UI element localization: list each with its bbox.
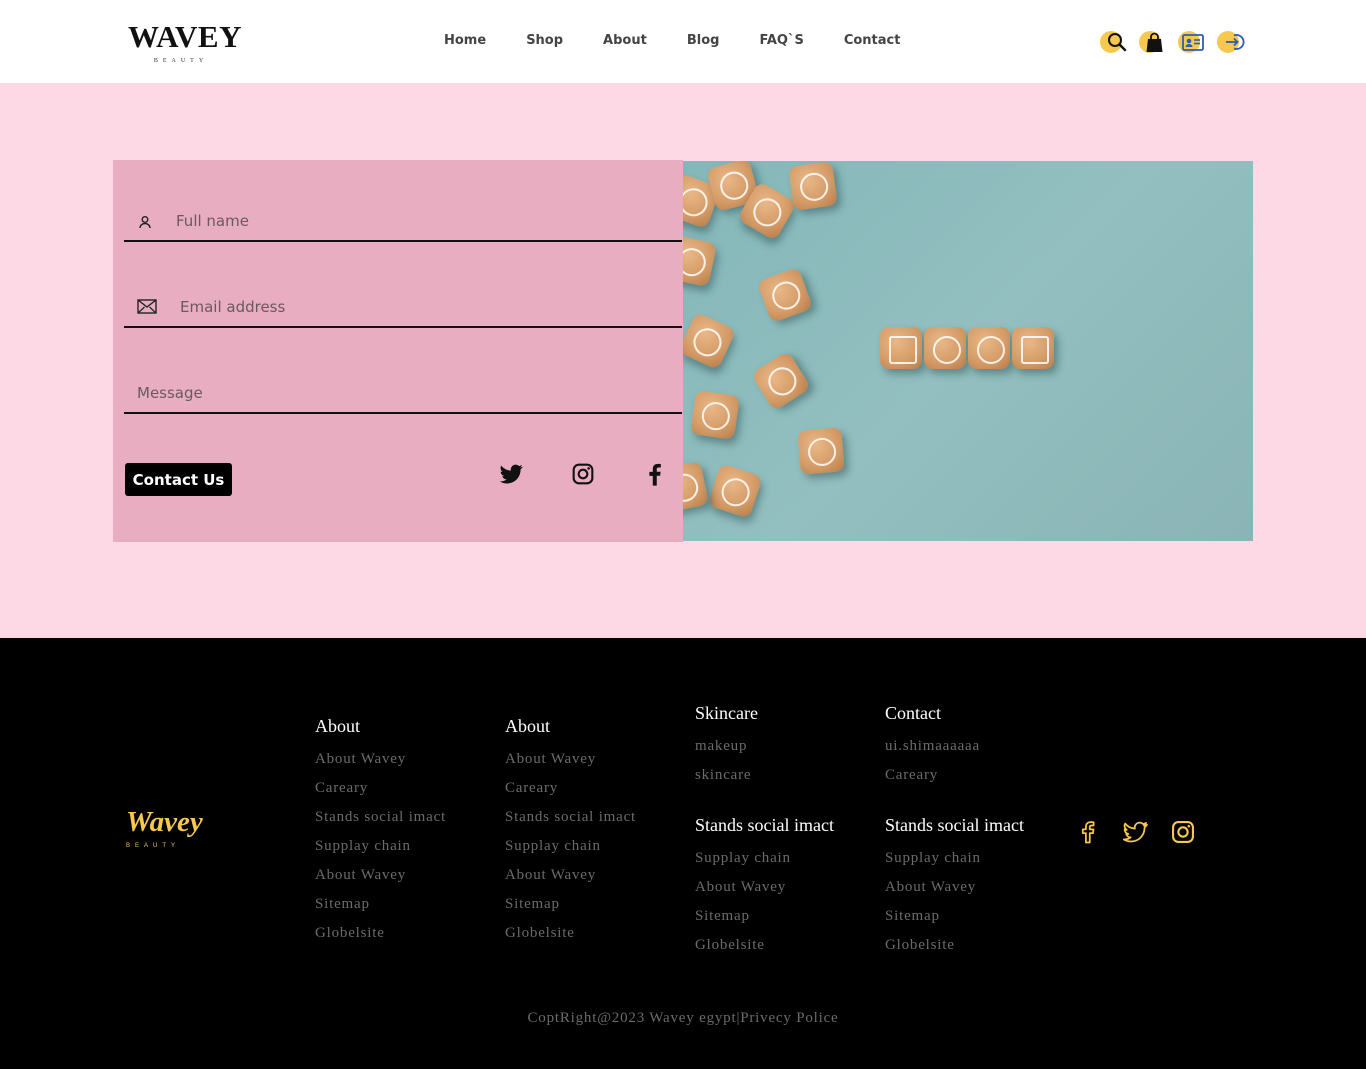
footer-column-title: Stands social imact	[885, 815, 1024, 835]
facebook-icon[interactable]	[1074, 818, 1102, 846]
footer-link[interactable]: Stands social imact	[505, 803, 636, 832]
footer-link[interactable]: About Wavey	[315, 745, 446, 774]
contact-form: Contact Us	[113, 160, 683, 542]
footer-link[interactable]: ui.shimaaaaaa	[885, 732, 980, 761]
nav-blog[interactable]: Blog	[687, 33, 720, 48]
footer-link[interactable]: About Wavey	[885, 873, 1024, 902]
footer-column-about-2: About About Wavey Careary Stands social …	[505, 716, 636, 948]
nav-about[interactable]: About	[603, 33, 647, 48]
email-input[interactable]	[180, 292, 660, 322]
footer-column-title: Stands social imact	[695, 815, 834, 835]
footer-link[interactable]: Sitemap	[505, 890, 636, 919]
instagram-icon[interactable]	[569, 460, 597, 488]
full-name-input[interactable]	[176, 206, 656, 236]
footer-link[interactable]: Supplay chain	[505, 832, 636, 861]
twitter-icon[interactable]	[1121, 818, 1149, 846]
footer-column-skincare: Skincare makeup skincare	[695, 703, 758, 790]
footer-brand-tagline: BEAUTY	[126, 843, 181, 849]
footer-column-social-impact-1: Stands social imact Supplay chain About …	[695, 815, 834, 960]
footer-brand-name: Wavey	[126, 806, 203, 838]
footer-link[interactable]: skincare	[695, 761, 758, 790]
brand-name: WAVEY	[128, 19, 242, 54]
message-input[interactable]	[137, 378, 657, 408]
site-header: WAVEY BEAUTY Home Shop About Blog FAQ`S …	[0, 0, 1366, 83]
facebook-icon[interactable]	[641, 460, 669, 488]
footer-link[interactable]: makeup	[695, 732, 758, 761]
shopping-bag-icon[interactable]	[1139, 28, 1167, 56]
footer-link[interactable]: About Wavey	[505, 745, 636, 774]
footer-logo[interactable]: Wavey BEAUTY	[126, 806, 203, 849]
login-icon[interactable]	[1217, 28, 1245, 56]
message-field	[124, 370, 682, 414]
footer-link[interactable]: Supplay chain	[885, 844, 1024, 873]
site-footer: Wavey BEAUTY About About Wavey Careary S…	[0, 638, 1366, 1069]
footer-link[interactable]: About Wavey	[505, 861, 636, 890]
search-icon[interactable]	[1100, 28, 1128, 56]
header-actions	[1100, 28, 1256, 56]
footer-link[interactable]: Careary	[885, 761, 980, 790]
footer-link[interactable]: Stands social imact	[315, 803, 446, 832]
brand-tagline: BEAUTY	[153, 58, 209, 64]
email-field	[124, 284, 682, 328]
footer-link[interactable]: About Wavey	[315, 861, 446, 890]
footer-link[interactable]: Globelsite	[505, 919, 636, 948]
footer-link[interactable]: Globelsite	[885, 931, 1024, 960]
full-name-field	[124, 198, 682, 242]
footer-column-title: About	[315, 716, 360, 736]
nav-shop[interactable]: Shop	[526, 33, 563, 48]
nav-faqs[interactable]: FAQ`S	[759, 33, 803, 48]
instagram-icon[interactable]	[1169, 818, 1197, 846]
copyright-text: CoptRight@2023 Wavey egypt	[527, 1010, 737, 1026]
footer-link[interactable]: Sitemap	[695, 902, 834, 931]
footer-column-social-impact-2: Stands social imact Supplay chain About …	[885, 815, 1024, 960]
footer-column-contact: Contact ui.shimaaaaaa Careary	[885, 703, 980, 790]
contact-image	[683, 161, 1253, 541]
privacy-policy-link[interactable]: Privecy Police	[740, 1010, 838, 1026]
nav-home[interactable]: Home	[444, 33, 486, 48]
footer-link[interactable]: Sitemap	[885, 902, 1024, 931]
footer-link[interactable]: Globelsite	[315, 919, 446, 948]
footer-column-title: About	[505, 716, 550, 736]
contact-us-button[interactable]: Contact Us	[125, 463, 232, 496]
main-nav: Home Shop About Blog FAQ`S Contact	[444, 33, 940, 48]
twitter-icon[interactable]	[497, 460, 525, 488]
footer-column-title: Skincare	[695, 703, 758, 723]
nav-contact[interactable]: Contact	[844, 33, 901, 48]
footer-link[interactable]: About Wavey	[695, 873, 834, 902]
footer-link[interactable]: Globelsite	[695, 931, 834, 960]
envelope-icon	[137, 299, 157, 314]
profile-card-icon[interactable]	[1178, 28, 1206, 56]
footer-link[interactable]: Supplay chain	[315, 832, 446, 861]
brand-logo[interactable]: WAVEY BEAUTY	[125, 19, 245, 65]
footer-link[interactable]: Careary	[315, 774, 446, 803]
footer-link[interactable]: Supplay chain	[695, 844, 834, 873]
footer-column-about-1: About About Wavey Careary Stands social …	[315, 716, 446, 948]
footer-column-title: Contact	[885, 703, 941, 723]
footer-link[interactable]: Careary	[505, 774, 636, 803]
footer-link[interactable]: Sitemap	[315, 890, 446, 919]
contact-section: Contact Us	[0, 83, 1366, 638]
user-icon	[139, 216, 151, 229]
copyright-bar: CoptRight@2023 Wavey egypt|Privecy Polic…	[0, 1010, 1366, 1027]
